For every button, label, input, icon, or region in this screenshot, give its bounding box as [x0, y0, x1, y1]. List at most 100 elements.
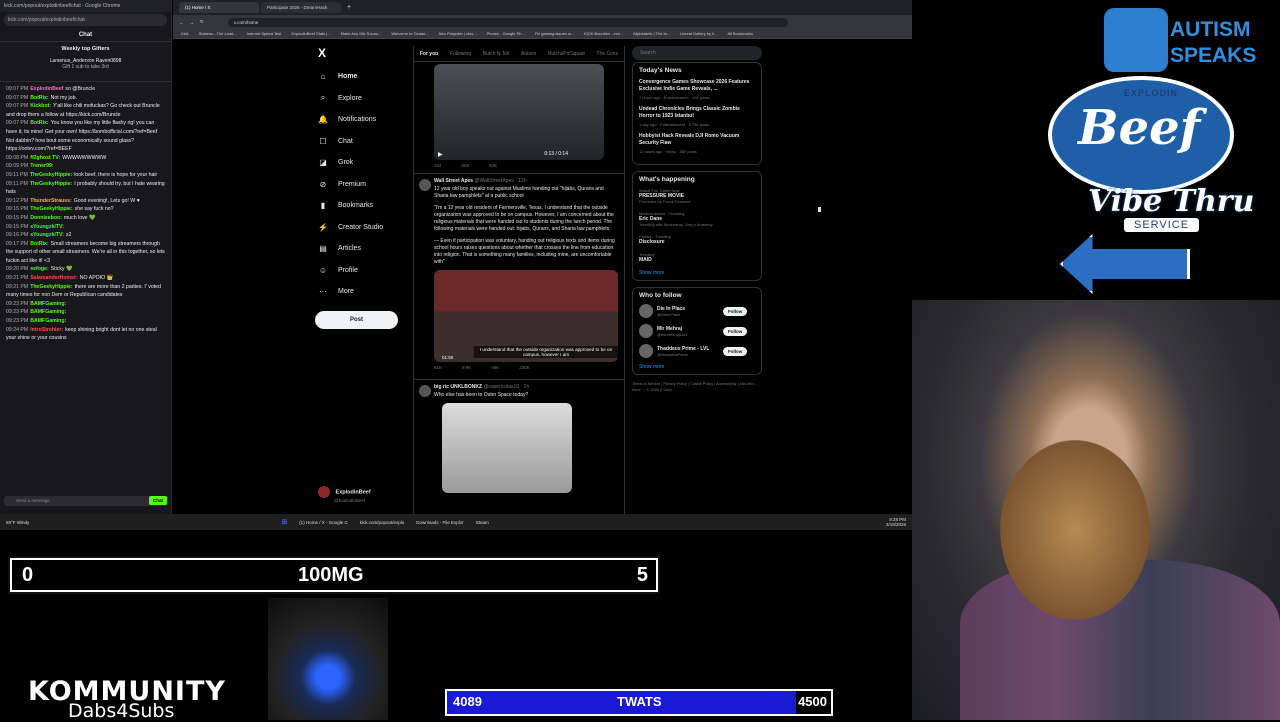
clock[interactable]: 9:28 PM 2/19/2026: [880, 517, 912, 527]
tweet-video[interactable]: 01:50 I understand that the outside orga…: [434, 270, 618, 362]
trend-item[interactable]: Trending MAID: [639, 252, 755, 263]
nav-item-grok[interactable]: ◪ Grok: [310, 152, 410, 174]
chat-username[interactable]: BAMFGaming:: [30, 318, 66, 324]
search-input[interactable]: Search: [632, 46, 762, 60]
news-item[interactable]: Undead Chronicles Brings Classic Zombie …: [639, 106, 755, 119]
follow-button[interactable]: Follow: [723, 326, 748, 336]
chat-username[interactable]: BAMFGaming:: [30, 309, 66, 315]
chat-username[interactable]: SalamanderHomer:: [30, 275, 78, 281]
trend-item[interactable]: Watch The Trailer Now PRESSURE MOVIE Promo…: [639, 188, 755, 204]
nav-item-explore[interactable]: ⌕ Explore: [310, 88, 410, 110]
chat-username[interactable]: xYoungzkiTV:: [30, 232, 64, 238]
trend-item[interactable]: Politics · Trending Disclosure: [639, 234, 755, 245]
address-bar[interactable]: x.com/home: [227, 17, 788, 27]
chat-username[interactable]: BAMFGaming:: [30, 301, 66, 307]
chat-username[interactable]: TheGeekyHippie:: [30, 172, 72, 178]
chat-username[interactable]: ExplodinBeef: [30, 86, 63, 92]
taskbar-item-chrome-x[interactable]: (1) Home / X - Google C: [293, 520, 354, 525]
chat-url-bar[interactable]: kick.com/popout/explodinbeef/chat: [4, 14, 167, 26]
bookmark-item[interactable]: Myinstants | The la...: [633, 31, 670, 36]
reply-count[interactable]: 51K: [434, 365, 442, 375]
bookmark-item[interactable]: Neo Pospoler | clos...: [439, 31, 477, 36]
chat-username[interactable]: ThunderStrauss:: [30, 198, 72, 204]
chat-username[interactable]: TheGeekyHippie:: [30, 181, 72, 187]
bookmark-item[interactable]: Unreal Gallery by k...: [680, 31, 717, 36]
footer-links[interactable]: Terms of Service | Privacy Policy | Cook…: [632, 381, 762, 393]
tweet-image[interactable]: [442, 403, 572, 493]
repost-count[interactable]: 508: [462, 163, 470, 173]
follow-suggestion[interactable]: Mir Mehraj @mirmehraj4141 Follow: [639, 324, 755, 338]
reply-count[interactable]: 104: [434, 163, 442, 173]
follow-button[interactable]: Follow: [723, 346, 748, 356]
avatar[interactable]: [639, 344, 653, 358]
chat-send-button[interactable]: Chat: [149, 496, 167, 505]
chat-username[interactable]: ff2ghost TV:: [30, 155, 60, 161]
bookmark-item[interactable]: Fix gaming issues w...: [535, 31, 574, 36]
back-icon[interactable]: ←: [179, 20, 184, 25]
bookmark-item[interactable]: Make Any Mix Sounc...: [341, 31, 382, 36]
x-logo[interactable]: X: [318, 46, 410, 60]
chat-username[interactable]: Kickbot:: [30, 103, 51, 109]
avatar[interactable]: [639, 324, 653, 338]
nav-item-chat[interactable]: ☐ Chat: [310, 131, 410, 153]
show-more-link[interactable]: Show more: [639, 270, 755, 276]
follow-button[interactable]: Follow: [723, 306, 748, 316]
tab-following[interactable]: Following: [450, 51, 471, 57]
follow-suggestion[interactable]: Die In Place @DieInPlace Follow: [639, 304, 755, 318]
chat-username[interactable]: sefoge:: [30, 266, 48, 272]
reload-icon[interactable]: ↻: [200, 19, 204, 25]
tab-the-cons[interactable]: The Cons: [596, 51, 618, 57]
taskbar-item-explorer[interactable]: Downloads - File Explor: [410, 520, 470, 525]
bookmark-item[interactable]: Internet Speed Test: [247, 31, 282, 36]
start-icon[interactable]: ⊞: [275, 518, 293, 526]
nav-item-premium[interactable]: ⊘ Premium: [310, 174, 410, 196]
show-more-link[interactable]: Show more: [639, 364, 755, 370]
chat-username[interactable]: BotRix:: [30, 95, 48, 101]
bookmark-item[interactable]: Photos - Google Ph...: [487, 31, 525, 36]
browser-tab-dreamhack[interactable]: Participate 2026 - DreamHack: [261, 2, 341, 13]
chat-username[interactable]: IntroStrehler:: [30, 327, 63, 333]
bookmark-item[interactable]: Kick: [181, 31, 189, 36]
chat-username[interactable]: TheGeekyHippie:: [30, 206, 72, 212]
nav-item-notifications[interactable]: 🔔 Notifications: [310, 109, 410, 131]
news-item[interactable]: Convergence Games Showcase 2026 Features…: [639, 79, 755, 92]
chat-username[interactable]: BotRix:: [30, 241, 48, 247]
tweet-author[interactable]: big ric UNKLBONKZ: [434, 384, 482, 390]
trend-item[interactable]: Medical drama · Trending Eric Dane Trendin…: [639, 211, 755, 227]
tweet[interactable]: Wall Street Apes @WallStreetApes · 12h 1…: [414, 173, 624, 379]
browser-tab-x-home[interactable]: (1) Home / X: [179, 2, 259, 13]
avatar[interactable]: [419, 385, 431, 397]
avatar[interactable]: [419, 179, 431, 191]
chat-username[interactable]: BotRix:: [30, 120, 48, 126]
chat-username[interactable]: TheGeekyHippie:: [30, 284, 72, 290]
tab-butchspicsquad[interactable]: ButchsPicSquad: [548, 51, 585, 57]
tab-autism[interactable]: Autism: [521, 51, 536, 57]
chat-message-input[interactable]: Send a message: [4, 496, 168, 506]
tweet-author[interactable]: Wall Street Apes: [434, 178, 473, 184]
new-tab-button[interactable]: +: [343, 4, 355, 11]
nav-item-creator-studio[interactable]: ⚡ Creator Studio: [310, 217, 410, 239]
chat-username[interactable]: Trener99:: [30, 163, 53, 169]
repost-count[interactable]: 9.9K: [462, 365, 471, 375]
follow-suggestion[interactable]: Thaddeus Prime - LVL @thaddeusPrime Follow: [639, 344, 755, 358]
bookmark-item[interactable]: ExplodinBeef Stats |...: [291, 31, 330, 36]
account-switcher[interactable]: ExplodinBeef @ExplodinBeef: [318, 486, 408, 503]
views-count[interactable]: 230K: [519, 365, 530, 375]
nav-item-profile[interactable]: ☺ Profile: [310, 260, 410, 282]
play-icon[interactable]: ▶: [438, 151, 443, 158]
nav-item-articles[interactable]: ▤ Articles: [310, 238, 410, 260]
video-player[interactable]: ▶ 0:13 / 0:14: [434, 64, 604, 160]
weather-widget[interactable]: 59°F Windy: [0, 520, 35, 525]
bookmark-item[interactable]: All Bookmarks: [727, 31, 753, 36]
tab-for-you[interactable]: For you: [420, 51, 438, 57]
tab-butch-n-tell[interactable]: Butch N Tell: [483, 51, 510, 57]
taskbar-item-kick[interactable]: kick.com/popout/explo: [354, 520, 411, 525]
nav-item-more[interactable]: ⋯ More: [310, 281, 410, 303]
chat-username[interactable]: Donnieeboo:: [30, 215, 62, 221]
taskbar-item-steam[interactable]: Steam: [470, 520, 495, 525]
chat-username[interactable]: xYoungzkiTV:: [30, 224, 64, 230]
views-count[interactable]: 92K: [489, 163, 497, 173]
news-item[interactable]: Hobbyist Hack Reveals DJI Romo Vacuum Se…: [639, 133, 755, 146]
tweet[interactable]: big ric UNKLBONKZ @casericolas10 · 1h Wh…: [414, 379, 624, 497]
avatar[interactable]: [639, 304, 653, 318]
